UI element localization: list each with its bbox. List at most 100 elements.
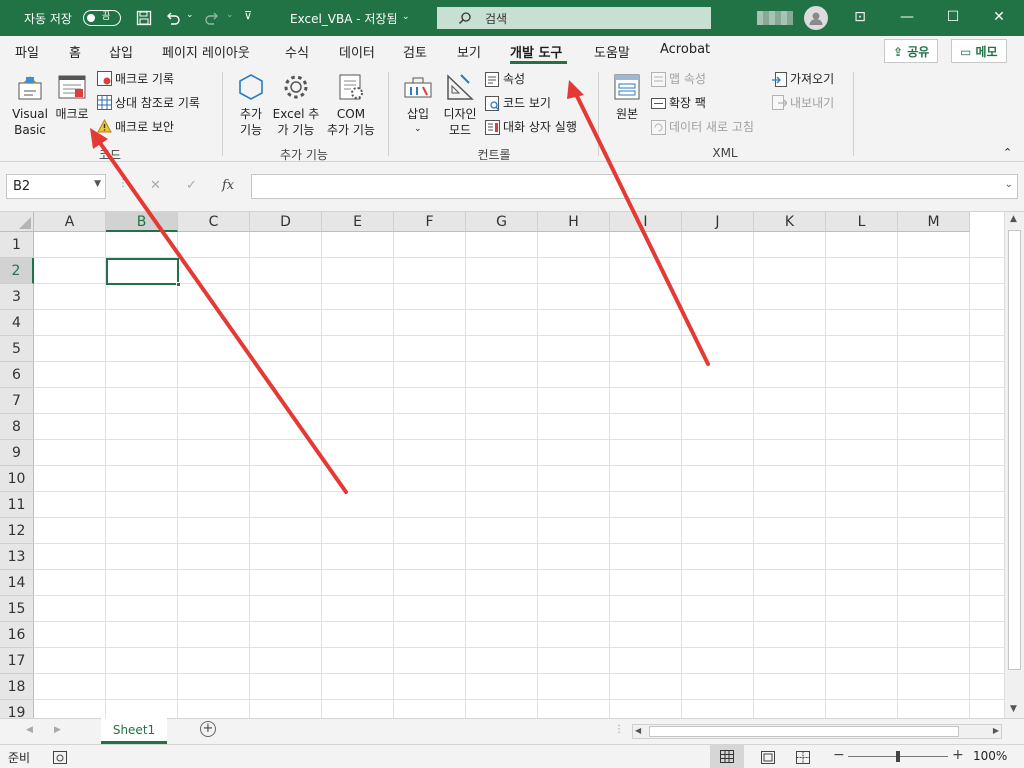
comments-button[interactable]: ▭ 메모 [951,39,1007,63]
redo-dropdown-icon[interactable]: ⌄ [226,10,234,20]
addins-button[interactable]: 추가 기능 [231,106,271,138]
relative-reference-button[interactable]: 상대 참조로 기록 [115,95,200,111]
h-scroll-thumb[interactable] [649,726,959,737]
insert-dropdown-icon[interactable]: ⌄ [414,121,422,137]
save-icon[interactable] [135,9,153,27]
cell-area[interactable] [34,232,1004,718]
cancel-icon[interactable]: ✕ [150,178,161,193]
scroll-down-icon[interactable]: ▼ [1010,704,1017,714]
formula-input[interactable]: ⌄ [251,174,1018,199]
add-sheet-icon[interactable]: + [200,721,216,737]
avatar[interactable] [804,6,828,30]
column-header-e[interactable]: E [322,212,394,232]
redo-icon[interactable] [203,9,221,27]
properties-button[interactable]: 속성 [503,71,525,87]
row-header-14[interactable]: 14 [0,570,34,596]
close-icon[interactable]: ✕ [989,9,1009,25]
visual-basic-button[interactable]: Visual Basic [8,106,52,138]
refresh-data-button[interactable]: 데이터 새로 고침 [669,119,754,135]
excel-addins-button[interactable]: Excel 추 가 기능 [272,106,320,138]
tab-data[interactable]: 데이터 [339,42,375,61]
tab-page-layout[interactable]: 페이지 레이아웃 [162,42,250,61]
zoom-out-icon[interactable]: − [833,747,845,763]
macro-security-button[interactable]: 매크로 보안 [115,119,174,135]
maximize-icon[interactable]: ☐ [943,9,963,25]
row-header-6[interactable]: 6 [0,362,34,388]
tab-file[interactable]: 파일 [15,42,39,61]
next-sheet-icon[interactable]: ▶ [54,725,61,735]
expand-formula-icon[interactable]: ⌄ [1005,179,1013,190]
com-addins-button[interactable]: COM 추가 기능 [322,106,380,138]
row-header-4[interactable]: 4 [0,310,34,336]
row-header-18[interactable]: 18 [0,674,34,700]
column-header-c[interactable]: C [178,212,250,232]
zoom-level[interactable]: 100% [973,749,1007,763]
column-header-l[interactable]: L [826,212,898,232]
column-header-d[interactable]: D [250,212,322,232]
tab-insert[interactable]: 삽입 [109,42,133,61]
row-header-11[interactable]: 11 [0,492,34,518]
row-header-13[interactable]: 13 [0,544,34,570]
column-header-a[interactable]: A [34,212,106,232]
autosave-toggle[interactable]: 끔 [83,10,121,26]
row-header-17[interactable]: 17 [0,648,34,674]
select-all-button[interactable] [0,212,34,232]
name-box-dropdown-icon[interactable]: ▼ [94,179,101,189]
scroll-right-icon[interactable]: ▶ [993,726,999,735]
import-button[interactable]: 가져오기 [790,71,834,87]
tab-view[interactable]: 보기 [457,42,481,61]
row-header-16[interactable]: 16 [0,622,34,648]
column-header-f[interactable]: F [394,212,466,232]
macro-button[interactable]: 매크로 [52,106,92,122]
zoom-in-icon[interactable]: + [952,747,964,763]
normal-view-button[interactable] [710,745,744,768]
scroll-thumb[interactable] [1008,230,1021,670]
column-header-k[interactable]: K [754,212,826,232]
page-layout-view-icon[interactable] [760,749,776,765]
column-header-m[interactable]: M [898,212,970,232]
expansion-packs-button[interactable]: 확장 팩 [669,95,706,111]
ribbon-display-icon[interactable]: ⊡ [850,9,870,25]
tab-acrobat[interactable]: Acrobat [660,42,710,57]
selected-cell[interactable] [106,258,181,287]
column-header-b[interactable]: B [106,212,178,232]
row-header-12[interactable]: 12 [0,518,34,544]
scroll-up-icon[interactable]: ▲ [1010,214,1017,224]
column-header-h[interactable]: H [538,212,610,232]
splitter-icon[interactable]: ⋮ [118,178,128,189]
map-properties-button[interactable]: 맵 속성 [669,71,706,87]
undo-dropdown-icon[interactable]: ⌄ [186,10,194,20]
column-header-j[interactable]: J [682,212,754,232]
row-header-1[interactable]: 1 [0,232,34,258]
row-header-5[interactable]: 5 [0,336,34,362]
enter-icon[interactable]: ✓ [186,178,197,193]
column-header-i[interactable]: I [610,212,682,232]
prev-sheet-icon[interactable]: ◀ [26,725,33,735]
tab-developer[interactable]: 개발 도구 [510,42,562,61]
column-header-g[interactable]: G [466,212,538,232]
minimize-icon[interactable]: — [897,9,917,25]
customize-qat-icon[interactable]: ⊽ [244,9,252,22]
scroll-left-icon[interactable]: ◀ [635,726,641,735]
fill-handle[interactable] [176,282,181,287]
sheet-tab[interactable]: Sheet1 [101,718,167,744]
insert-function-icon[interactable]: fx [222,178,234,193]
tab-formulas[interactable]: 수식 [285,42,309,61]
name-box[interactable]: B2 ▼ [6,174,106,199]
export-button[interactable]: 내보내기 [790,95,834,111]
record-macro-button[interactable]: 매크로 기록 [115,71,174,87]
tab-review[interactable]: 검토 [403,42,427,61]
collapse-ribbon-icon[interactable]: ⌃ [1003,145,1012,161]
tab-splitter-icon[interactable]: ⋮ [614,724,624,735]
row-header-10[interactable]: 10 [0,466,34,492]
undo-icon[interactable] [164,9,182,27]
title-dropdown-icon[interactable]: ⌄ [402,12,410,22]
row-header-9[interactable]: 9 [0,440,34,466]
row-header-2[interactable]: 2 [0,258,34,284]
view-code-button[interactable]: 코드 보기 [503,95,551,111]
horizontal-scrollbar[interactable]: ◀ ▶ [632,724,1002,739]
search-box[interactable]: 검색 [437,7,711,29]
worksheet-grid[interactable]: ABCDEFGHIJKLM 1 2 3 4 5 6 7 8 9 10 11 12 13 14 15 16 17 1… [0,212,1004,718]
design-mode-button[interactable]: 디자인 모드 [438,106,482,138]
row-header-15[interactable]: 15 [0,596,34,622]
